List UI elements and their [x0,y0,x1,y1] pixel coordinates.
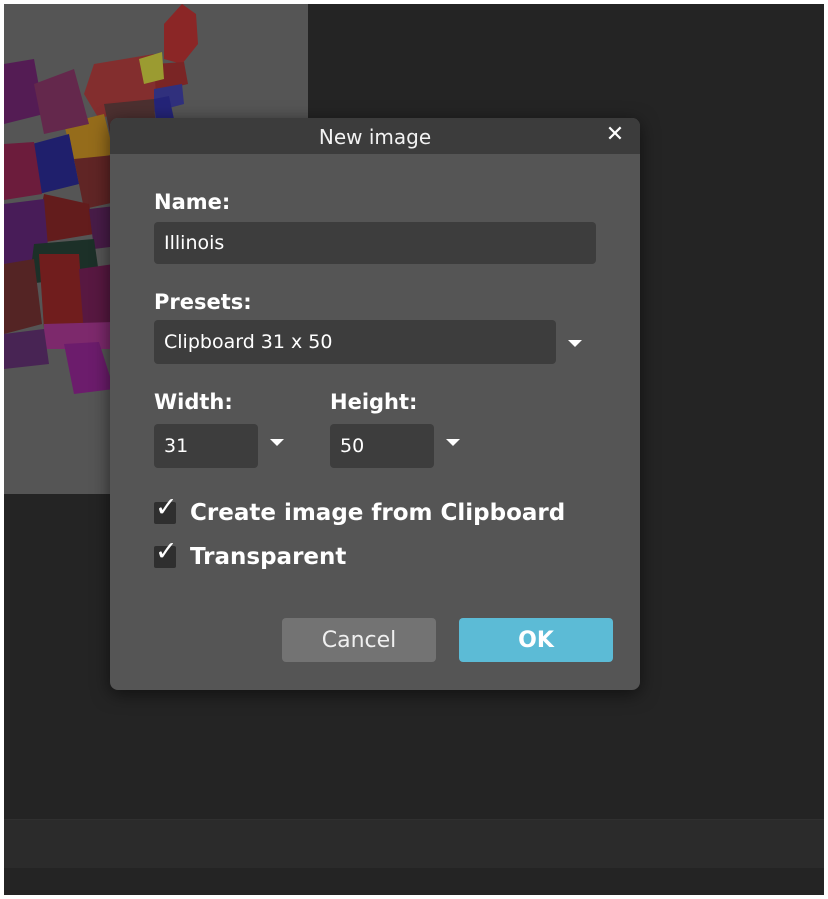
transparent-label: Transparent [190,544,347,570]
height-input-value: 50 [340,435,365,457]
create-from-clipboard-checkbox[interactable]: ✓ Create image from Clipboard [154,492,566,526]
checkmark-icon: ✓ [155,536,178,567]
checkmark-icon: ✓ [155,492,178,523]
chevron-down-icon[interactable] [270,439,284,446]
height-input[interactable]: 50 [330,424,434,468]
width-input-value: 31 [164,435,189,457]
name-label: Name: [154,190,231,214]
dialog-title: New image [318,125,432,149]
presets-label: Presets: [154,290,252,314]
chevron-down-icon[interactable] [568,340,582,347]
close-icon[interactable]: ✕ [604,124,626,146]
width-input[interactable]: 31 [154,424,258,468]
chevron-down-icon[interactable] [446,439,460,446]
dialog-titlebar: New image ✕ [110,118,640,154]
height-label: Height: [330,390,418,414]
checkbox-box[interactable]: ✓ [154,536,178,568]
new-image-dialog: New image ✕ Name: Illinois Presets: Clip… [110,118,640,690]
name-input-value: Illinois [164,232,225,254]
create-from-clipboard-label: Create image from Clipboard [190,500,566,526]
cancel-button[interactable]: Cancel [282,618,436,662]
presets-select[interactable]: Clipboard 31 x 50 [154,320,556,364]
status-bar [4,819,824,868]
name-input[interactable]: Illinois [154,222,596,264]
width-label: Width: [154,390,233,414]
checkbox-box[interactable]: ✓ [154,492,178,524]
ok-button[interactable]: OK [459,618,613,662]
transparent-checkbox[interactable]: ✓ Transparent [154,536,347,570]
presets-select-value: Clipboard 31 x 50 [164,331,333,353]
